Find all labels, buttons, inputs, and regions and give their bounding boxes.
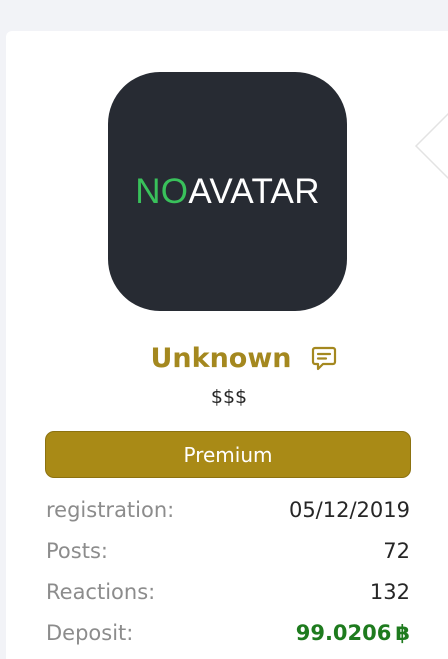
- badge-label: Premium: [183, 442, 273, 467]
- card-pointer-arrow: [414, 112, 448, 180]
- stat-label: Posts:: [46, 538, 108, 563]
- avatar[interactable]: NOAVATAR: [108, 72, 347, 311]
- user-stats: registration: 05/12/2019 Posts: 72 React…: [46, 489, 410, 653]
- deposit-amount: 99.0206: [295, 620, 392, 645]
- username-link[interactable]: Unknown: [150, 343, 291, 374]
- avatar-text-no: NO: [135, 171, 189, 211]
- avatar-placeholder-text: NOAVATAR: [135, 172, 320, 212]
- username-row: Unknown: [0, 338, 448, 378]
- deposit-value: 99.0206 ฿: [296, 621, 410, 645]
- message-icon[interactable]: [310, 344, 338, 372]
- stat-value: 05/12/2019: [288, 497, 410, 522]
- bitcoin-icon: ฿: [395, 620, 410, 645]
- stat-label: Deposit:: [46, 620, 134, 645]
- stat-label: registration:: [46, 497, 175, 522]
- stat-label: Reactions:: [46, 579, 156, 604]
- user-banner-premium: Premium: [45, 431, 411, 478]
- stat-value: 132: [369, 579, 410, 604]
- user-title: $$$: [210, 386, 248, 408]
- avatar-text-avatar: AVATAR: [188, 171, 320, 211]
- stat-reactions: Reactions: 132: [46, 571, 410, 612]
- stat-value[interactable]: 72: [383, 539, 410, 563]
- stat-registration: registration: 05/12/2019: [46, 489, 410, 530]
- stat-posts: Posts: 72: [46, 530, 410, 571]
- stat-deposit: Deposit: 99.0206 ฿: [46, 612, 410, 653]
